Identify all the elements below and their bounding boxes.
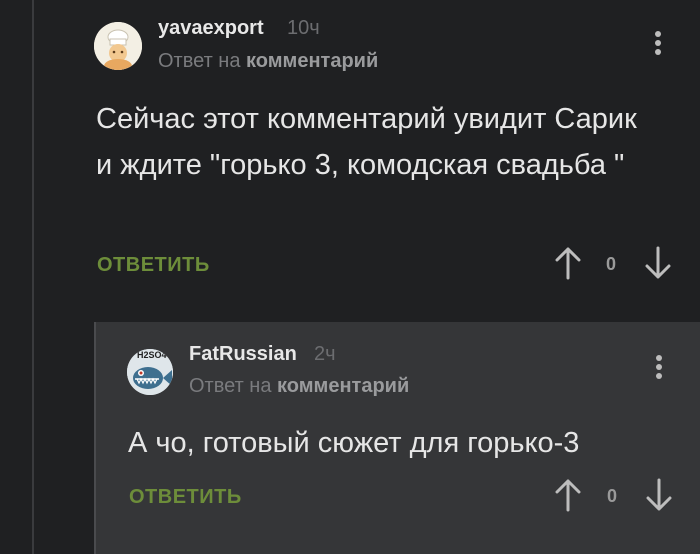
reply-to-link[interactable]: комментарий: [246, 50, 378, 72]
comment-text: А чо, готовый сюжет для горько-3: [128, 427, 580, 459]
nested-thread-line: [94, 322, 96, 554]
avatar[interactable]: H2SO4: [127, 349, 173, 395]
more-options-icon[interactable]: [655, 355, 663, 382]
reply-to-label[interactable]: Ответ на комментарий: [158, 50, 378, 73]
timestamp: 10ч: [287, 17, 320, 39]
username[interactable]: yavaexport: [158, 17, 264, 40]
reply-to-link[interactable]: комментарий: [277, 375, 409, 397]
reply-to-prefix: Ответ на: [158, 50, 241, 72]
reply-to-label[interactable]: Ответ на комментарий: [189, 375, 409, 398]
downvote-icon[interactable]: [644, 478, 674, 512]
upvote-icon[interactable]: [553, 246, 583, 280]
vote-count: 0: [606, 254, 617, 274]
downvote-icon[interactable]: [643, 246, 673, 280]
timestamp: 2ч: [314, 343, 336, 365]
avatar-label: H2SO4: [137, 350, 167, 360]
username[interactable]: FatRussian: [189, 343, 297, 366]
upvote-icon[interactable]: [553, 478, 583, 512]
reply-to-prefix: Ответ на: [189, 375, 272, 397]
comment-text: Сейчас этот комментарий увидит Сарик и ж…: [96, 103, 637, 181]
more-options-icon[interactable]: [654, 31, 662, 58]
vote-count: 0: [607, 486, 618, 506]
reply-button[interactable]: ОТВЕТИТЬ: [129, 486, 242, 509]
reply-button[interactable]: ОТВЕТИТЬ: [97, 254, 210, 277]
avatar[interactable]: [94, 22, 142, 70]
